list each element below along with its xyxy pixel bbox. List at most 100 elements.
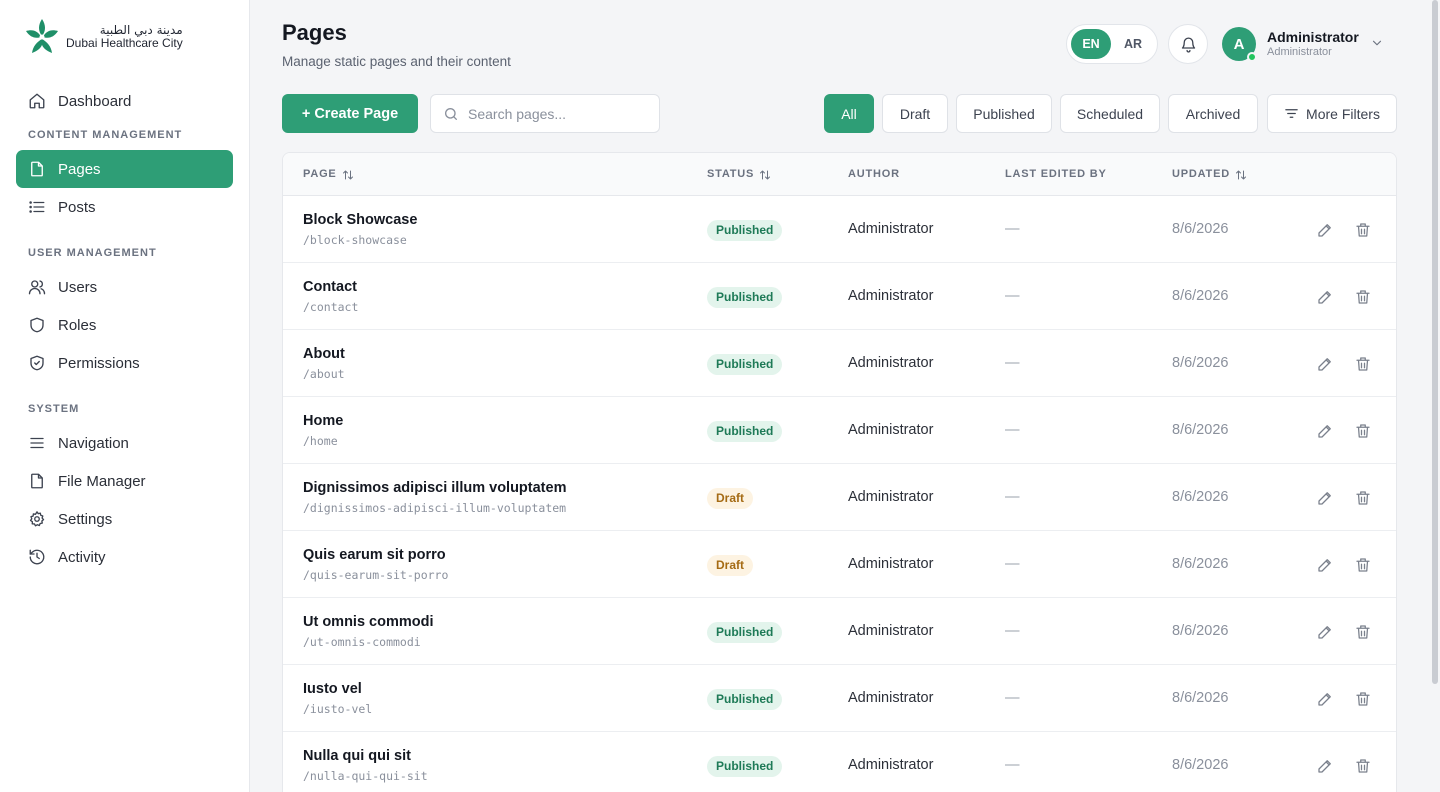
author-cell: Administrator xyxy=(848,623,934,639)
gear-icon xyxy=(29,511,45,527)
table-row[interactable]: Contact /contact Published Administrator… xyxy=(283,263,1396,330)
main-content: Pages Manage static pages and their cont… xyxy=(250,0,1426,792)
table-row[interactable]: Ut omnis commodi /ut-omnis-commodi Publi… xyxy=(283,598,1396,665)
page-slug-cell: /iusto-vel xyxy=(303,702,373,716)
user-role: Administrator xyxy=(1267,45,1332,58)
edit-button[interactable] xyxy=(1315,354,1335,374)
column-header-updated[interactable]: UPDATED xyxy=(1172,153,1247,196)
sidebar-nav: Dashboard CONTENT MANAGEMENT Pages Posts… xyxy=(16,82,233,576)
delete-button[interactable] xyxy=(1353,689,1373,709)
trash-icon xyxy=(1356,290,1370,304)
last-edited-cell: — xyxy=(1005,288,1020,304)
sidebar-item-label: Posts xyxy=(58,198,96,216)
sidebar-item-label: Dashboard xyxy=(58,92,132,110)
users-icon xyxy=(28,280,46,295)
sidebar-item-activity[interactable]: Activity xyxy=(16,538,233,576)
edit-button[interactable] xyxy=(1315,689,1335,709)
edit-button[interactable] xyxy=(1315,488,1335,508)
page-title-cell[interactable]: Home xyxy=(303,413,343,429)
updated-cell: 8/6/2026 xyxy=(1172,355,1229,371)
table-row[interactable]: About /about Published Administrator — 8… xyxy=(283,330,1396,397)
trash-icon xyxy=(1356,558,1370,572)
page-title-cell[interactable]: Nulla qui qui sit xyxy=(303,748,411,764)
sidebar-item-navigation[interactable]: Navigation xyxy=(16,424,233,462)
status-badge: Published xyxy=(707,354,783,375)
bell-icon xyxy=(1181,36,1195,53)
sidebar-item-dashboard[interactable]: Dashboard xyxy=(16,82,233,120)
sidebar-item-users[interactable]: Users xyxy=(16,268,233,306)
column-header-page[interactable]: PAGE xyxy=(303,153,354,196)
table-row[interactable]: Dignissimos adipisci illum voluptatem /d… xyxy=(283,464,1396,531)
sidebar-item-posts[interactable]: Posts xyxy=(16,188,233,226)
page-title-cell[interactable]: Ut omnis commodi xyxy=(303,614,434,630)
edit-button[interactable] xyxy=(1315,220,1335,240)
page-slug-cell: /block-showcase xyxy=(303,233,407,247)
last-edited-cell: — xyxy=(1005,422,1020,438)
page-title-cell[interactable]: Iusto vel xyxy=(303,681,362,697)
column-header-author: AUTHOR xyxy=(848,153,900,196)
filter-draft-button[interactable]: Draft xyxy=(882,94,948,133)
table-header: PAGE STATUS AUTHOR LAST EDITED BY UPDATE… xyxy=(283,153,1396,196)
page-title-cell[interactable]: Block Showcase xyxy=(303,212,417,228)
filter-scheduled-button[interactable]: Scheduled xyxy=(1060,94,1160,133)
column-header-label: LAST EDITED BY xyxy=(1005,168,1107,180)
page-title-cell[interactable]: About xyxy=(303,346,345,362)
updated-cell: 8/6/2026 xyxy=(1172,221,1229,237)
delete-button[interactable] xyxy=(1353,421,1373,441)
sort-icon xyxy=(760,170,771,179)
lang-ar-button[interactable]: AR xyxy=(1113,29,1153,59)
filter-all-button[interactable]: All xyxy=(824,94,874,133)
edit-button[interactable] xyxy=(1315,421,1335,441)
delete-button[interactable] xyxy=(1353,220,1373,240)
delete-button[interactable] xyxy=(1353,354,1373,374)
sidebar-item-label: Roles xyxy=(58,316,97,334)
table-row[interactable]: Iusto vel /iusto-vel Published Administr… xyxy=(283,665,1396,732)
table-row[interactable]: Home /home Published Administrator — 8/6… xyxy=(283,397,1396,464)
sidebar-item-roles[interactable]: Roles xyxy=(16,306,233,344)
page-scrollbar-thumb[interactable] xyxy=(1432,0,1438,684)
nav-section-user-management: USER MANAGEMENT xyxy=(28,247,157,259)
delete-button[interactable] xyxy=(1353,287,1373,307)
delete-button[interactable] xyxy=(1353,622,1373,642)
status-badge: Draft xyxy=(707,555,754,576)
edit-button[interactable] xyxy=(1315,622,1335,642)
brand-logo[interactable]: مدينة دبي الطبية Dubai Healthcare City xyxy=(24,16,204,58)
status-badge: Published xyxy=(707,689,783,710)
notifications-button[interactable] xyxy=(1168,24,1208,64)
pencil-icon xyxy=(1318,760,1331,773)
column-header-label: STATUS xyxy=(707,168,755,180)
page-title-cell[interactable]: Dignissimos adipisci illum voluptatem xyxy=(303,480,566,496)
sidebar-item-pages[interactable]: Pages xyxy=(16,150,233,188)
chevron-down-icon[interactable] xyxy=(1370,36,1384,50)
status-badge: Published xyxy=(707,756,783,777)
updated-cell: 8/6/2026 xyxy=(1172,757,1229,773)
search-input[interactable] xyxy=(468,105,638,122)
column-header-status[interactable]: STATUS xyxy=(707,153,771,196)
sidebar-item-file-manager[interactable]: File Manager xyxy=(16,462,233,500)
edit-button[interactable] xyxy=(1315,555,1335,575)
delete-button[interactable] xyxy=(1353,488,1373,508)
column-header-label: UPDATED xyxy=(1172,168,1230,180)
author-cell: Administrator xyxy=(848,690,934,706)
page-title-cell[interactable]: Quis earum sit porro xyxy=(303,547,446,563)
page-title-cell[interactable]: Contact xyxy=(303,279,357,295)
filter-archived-button[interactable]: Archived xyxy=(1168,94,1258,133)
lang-en-button[interactable]: EN xyxy=(1071,29,1111,59)
table-row[interactable]: Nulla qui qui sit /nulla-qui-qui-sit Pub… xyxy=(283,732,1396,792)
delete-button[interactable] xyxy=(1353,756,1373,776)
edit-button[interactable] xyxy=(1315,756,1335,776)
create-page-button[interactable]: + Create Page xyxy=(282,94,418,133)
sidebar-item-permissions[interactable]: Permissions xyxy=(16,344,233,382)
sidebar-item-settings[interactable]: Settings xyxy=(16,500,233,538)
status-badge: Published xyxy=(707,287,783,308)
list-icon xyxy=(29,201,45,213)
trash-icon xyxy=(1356,759,1370,773)
more-filters-button[interactable]: More Filters xyxy=(1267,94,1397,133)
delete-button[interactable] xyxy=(1353,555,1373,575)
user-menu[interactable]: A Administrator Administrator xyxy=(1222,26,1382,62)
table-row[interactable]: Block Showcase /block-showcase Published… xyxy=(283,196,1396,263)
table-row[interactable]: Quis earum sit porro /quis-earum-sit-por… xyxy=(283,531,1396,598)
trash-icon xyxy=(1356,357,1370,371)
filter-published-button[interactable]: Published xyxy=(956,94,1052,133)
edit-button[interactable] xyxy=(1315,287,1335,307)
